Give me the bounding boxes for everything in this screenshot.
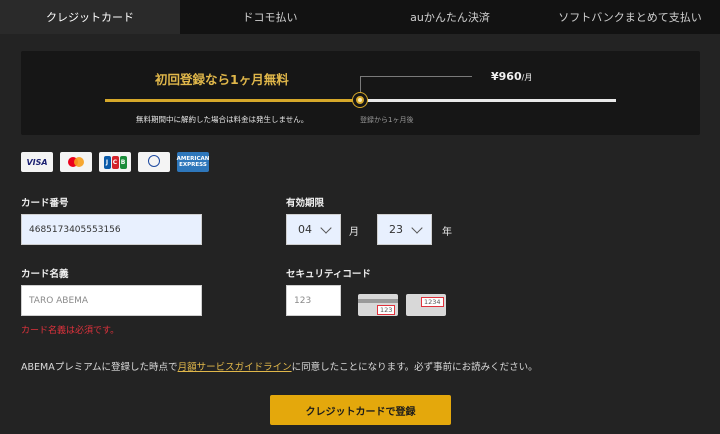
trial-note: 無料期間中に解約した場合は料金は発生しません。 (136, 115, 309, 124)
terms-text-before: ABEMAプレミアムに登録した時点で (21, 362, 178, 373)
security-code-input[interactable] (286, 285, 341, 316)
jcb-letter-b: B (119, 155, 127, 169)
terms-notice: ABEMAプレミアムに登録した時点で月額サービスガイドラインに同意したことになり… (21, 359, 538, 373)
timeline-connector-h (360, 76, 472, 77)
timeline-free-period (105, 99, 360, 102)
free-trial-banner: 初回登録なら1ヶ月無料 ¥960/月 無料期間中に解約した場合は料金は発生しませ… (21, 51, 700, 135)
jcb-letter-j: J (103, 155, 111, 169)
tab-au[interactable]: auかんたん決済 (360, 0, 540, 34)
expiry-month-value: 04 (298, 223, 312, 236)
trial-headline: 初回登録なら1ヶ月無料 (155, 72, 289, 87)
amex-logo: AMERICAN EXPRESS (177, 152, 209, 172)
cvv-card-stripe (358, 299, 398, 303)
diners-club-logo (138, 152, 170, 172)
tab-credit-card[interactable]: クレジットカード (0, 0, 180, 34)
jcb-letter-c: C (111, 155, 119, 169)
credit-card-panel: 初回登録なら1ヶ月無料 ¥960/月 無料期間中に解約した場合は料金は発生しませ… (0, 34, 720, 434)
jcb-logo: J C B (99, 152, 131, 172)
card-number-input[interactable] (21, 214, 202, 245)
cvv-3digit-sample: 123 (377, 305, 396, 315)
register-credit-card-button[interactable]: クレジットカードで登録 (270, 395, 451, 425)
chevron-down-icon (320, 222, 332, 234)
month-unit: 月 (349, 227, 359, 238)
cvv-4digit-sample: 1234 (421, 297, 444, 307)
tab-softbank[interactable]: ソフトバンクまとめて支払い (540, 0, 720, 34)
chevron-down-icon (411, 222, 423, 234)
card-name-input[interactable] (21, 285, 202, 316)
security-code-label: セキュリティコード (286, 269, 371, 280)
mastercard-circle-orange (74, 157, 84, 167)
expiry-label: 有効期限 (286, 198, 325, 209)
cvv-4digit-card-icon: 1234 (406, 294, 446, 316)
guideline-link[interactable]: 月額サービスガイドライン (178, 362, 292, 373)
terms-text-after: に同意したことになります。必ず事前にお読みください。 (291, 362, 538, 373)
visa-logo: VISA (21, 152, 53, 172)
timeline-marker (353, 93, 367, 107)
card-name-error: カード名義は必須です。 (21, 326, 120, 336)
expiry-year-select[interactable]: 23 (377, 214, 432, 245)
mastercard-logo (60, 152, 92, 172)
year-unit: 年 (442, 227, 452, 238)
card-name-label: カード名義 (21, 269, 69, 280)
tab-docomo[interactable]: ドコモ払い (180, 0, 360, 34)
card-brands: VISA J C B AMERICAN EXPRESS (21, 152, 209, 172)
monthly-price: ¥960/月 (491, 70, 532, 83)
timeline-paid-period (360, 99, 616, 102)
cvv-3digit-card-icon: 123 (358, 294, 398, 316)
diners-circle-icon (148, 155, 160, 167)
payment-method-tabs: クレジットカード ドコモ払い auかんたん決済 ソフトバンクまとめて支払い (0, 0, 720, 34)
price-unit: /月 (521, 73, 533, 82)
expiry-month-select[interactable]: 04 (286, 214, 341, 245)
card-number-label: カード番号 (21, 198, 69, 209)
expiry-year-value: 23 (389, 223, 403, 236)
timeline-after-label: 登録から1ヶ月後 (360, 116, 414, 124)
price-amount: ¥960 (491, 70, 522, 83)
